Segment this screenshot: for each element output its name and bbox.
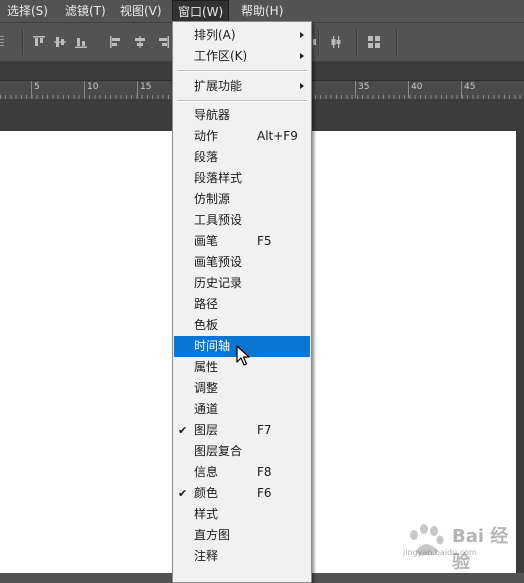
menubar: 选择(S) 滤镜(T) 视图(V) 窗口(W) 帮助(H) — [0, 0, 524, 23]
align-hcenter-icon[interactable] — [134, 36, 146, 48]
align-right-icon[interactable] — [157, 36, 169, 48]
menu-separator — [177, 100, 307, 102]
align-bottom-icon[interactable] — [75, 36, 87, 48]
menu-separator — [177, 70, 307, 72]
menu-item-adjustments[interactable]: 调整 — [174, 378, 310, 399]
toolbar-separator — [356, 29, 358, 55]
menu-item-paragraph-styles[interactable]: 段落样式 — [174, 168, 310, 189]
menu-item-workspace[interactable]: 工作区(K) — [174, 46, 310, 67]
ruler-label: 35 — [358, 82, 370, 92]
align-left-icon[interactable] — [110, 36, 122, 48]
menu-shortcut: F5 — [257, 234, 272, 248]
align-top-icon[interactable] — [33, 36, 45, 48]
ruler-label: 5 — [34, 82, 40, 92]
watermark-url: jingyan.baidu.com — [403, 548, 477, 557]
toolbar-separator — [396, 29, 398, 55]
auto-align-icon[interactable] — [368, 36, 380, 48]
menu-item-actions[interactable]: 动作 Alt+F9 — [174, 126, 310, 147]
checkmark-icon: ✔ — [178, 424, 188, 437]
ruler-label: 10 — [87, 82, 99, 92]
submenu-arrow-icon — [300, 53, 304, 59]
ruler-major-tick — [408, 81, 409, 98]
menu-shortcut: F8 — [257, 465, 272, 479]
menu-filter[interactable]: 滤镜(T) — [60, 0, 111, 22]
menu-item-extensions[interactable]: 扩展功能 — [174, 76, 310, 97]
menu-item-swatches[interactable]: 色板 — [174, 315, 310, 336]
menu-view[interactable]: 视图(V) — [115, 0, 167, 22]
menu-item-channels[interactable]: 通道 — [174, 399, 310, 420]
submenu-arrow-icon — [300, 32, 304, 38]
workspace-edge — [516, 131, 524, 573]
distribute-left-icon[interactable] — [311, 36, 323, 48]
menu-shortcut: Alt+F9 — [257, 129, 298, 143]
ruler-major-tick — [461, 81, 462, 98]
toolbar-grip — [0, 36, 4, 48]
menu-item-clone-source[interactable]: 仿制源 — [174, 189, 310, 210]
menu-item-color[interactable]: ✔ 颜色 F6 — [174, 483, 310, 504]
menu-window[interactable]: 窗口(W) — [172, 0, 230, 23]
menu-item-history[interactable]: 历史记录 — [174, 273, 310, 294]
menu-item-histogram[interactable]: 直方图 — [174, 525, 310, 546]
menu-shortcut: F7 — [257, 423, 272, 437]
ruler-major-tick — [84, 81, 85, 98]
ruler-major-tick — [31, 81, 32, 98]
menu-item-navigator[interactable]: 导航器 — [174, 105, 310, 126]
menu-item-layers[interactable]: ✔ 图层 F7 — [174, 420, 310, 441]
menu-item-notes[interactable]: 注释 — [174, 546, 310, 567]
window-menu-dropdown: 排列(A) 工作区(K) 扩展功能 导航器 动作 Alt+F9 段落 段落样式 … — [172, 21, 312, 583]
menu-item-paths[interactable]: 路径 — [174, 294, 310, 315]
mouse-pointer-icon — [236, 345, 250, 366]
distribute-hcenter-icon[interactable] — [330, 36, 342, 48]
menu-shortcut: F6 — [257, 486, 272, 500]
checkmark-icon: ✔ — [178, 487, 188, 500]
toolbar-separator — [22, 29, 24, 55]
menu-item-tool-presets[interactable]: 工具预设 — [174, 210, 310, 231]
menu-item-info[interactable]: 信息 F8 — [174, 462, 310, 483]
menu-select[interactable]: 选择(S) — [2, 0, 53, 22]
ruler-label: 40 — [411, 82, 423, 92]
menu-item-paragraph[interactable]: 段落 — [174, 147, 310, 168]
submenu-arrow-icon — [300, 83, 304, 89]
align-vcenter-icon[interactable] — [54, 36, 66, 48]
ruler-label: 15 — [140, 82, 152, 92]
menu-item-arrange[interactable]: 排列(A) — [174, 25, 310, 46]
menu-item-brush[interactable]: 画笔 F5 — [174, 231, 310, 252]
ruler-major-tick — [355, 81, 356, 98]
ruler-label: 45 — [464, 82, 476, 92]
menu-item-layer-comps[interactable]: 图层复合 — [174, 441, 310, 462]
menu-item-brush-presets[interactable]: 画笔预设 — [174, 252, 310, 273]
ruler-major-tick — [137, 81, 138, 98]
menu-help[interactable]: 帮助(H) — [236, 0, 288, 22]
menu-item-styles[interactable]: 样式 — [174, 504, 310, 525]
